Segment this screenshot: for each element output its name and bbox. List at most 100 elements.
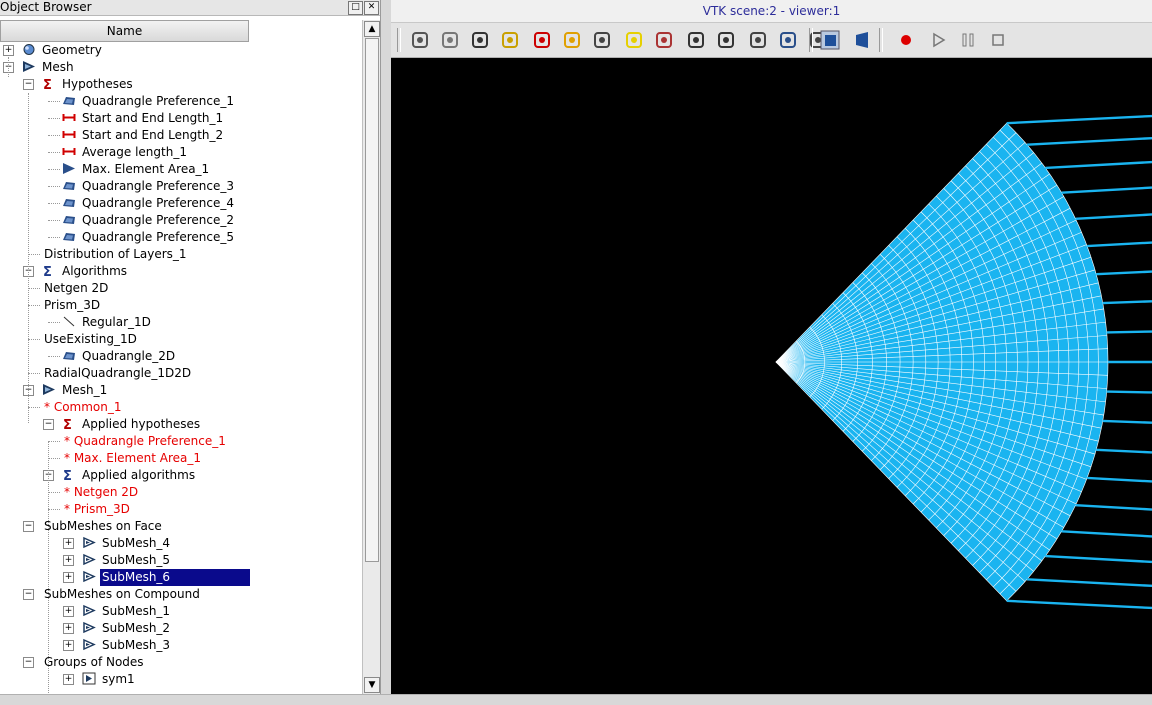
seg-icon [62, 128, 76, 141]
tree-item[interactable]: SubMeshes on Compound [42, 586, 202, 603]
tree-expander[interactable]: + [63, 555, 74, 566]
pan-icon[interactable] [531, 29, 553, 51]
tree-item-label: SubMeshes on Face [44, 519, 162, 533]
tree-item[interactable]: Average length_1 [62, 144, 189, 161]
interaction-style-icon[interactable] [439, 29, 461, 51]
mesh-render [775, 114, 1152, 610]
tree-item[interactable]: Mesh [22, 59, 76, 76]
graduated-axes-icon[interactable] [747, 29, 769, 51]
tree-guide [48, 592, 49, 694]
tree-item-label: * Prism_3D [64, 502, 130, 516]
scroll-up-button[interactable]: ▲ [364, 21, 380, 37]
panel-splitter[interactable] [381, 0, 391, 694]
tree-item[interactable]: * Common_1 [42, 399, 124, 416]
tree-expander[interactable]: − [23, 657, 34, 668]
scroll-down-button[interactable]: ▼ [364, 677, 380, 693]
tree-item[interactable]: Geometry [22, 42, 104, 59]
tree-item[interactable]: Σ Algorithms [42, 263, 129, 280]
play-icon[interactable] [927, 29, 949, 51]
close-button[interactable]: ✕ [364, 1, 379, 15]
tree-expander[interactable]: + [3, 45, 14, 56]
tree-connector [48, 458, 60, 459]
tree-item[interactable]: Prism_3D [42, 297, 102, 314]
parallel-projection-icon[interactable] [819, 29, 841, 51]
tree-item-label: Netgen 2D [44, 281, 109, 295]
tree-expander[interactable]: + [63, 538, 74, 549]
tree-connector [28, 254, 40, 255]
quad-icon [62, 196, 76, 209]
tree-item[interactable]: * Quadrangle Preference_1 [62, 433, 228, 450]
tree-item[interactable]: Quadrangle Preference_4 [62, 195, 236, 212]
tree-item[interactable]: SubMesh_3 [82, 637, 172, 654]
tree-item[interactable]: * Prism_3D [62, 501, 132, 518]
tree-item[interactable]: Mesh_1 [42, 382, 109, 399]
tree-item[interactable]: SubMesh_5 [82, 552, 172, 569]
undock-button[interactable]: □ [348, 1, 363, 15]
tree-item[interactable]: SubMesh_2 [82, 620, 172, 637]
tree-item[interactable]: Distribution of Layers_1 [42, 246, 189, 263]
tree-item-label: UseExisting_1D [44, 332, 137, 346]
tree-item-label: Prism_3D [44, 298, 101, 312]
object-tree: + Geometry − Mesh − Σ Hypotheses Quadrangle Pre… [0, 42, 362, 694]
tree-expander[interactable]: + [63, 674, 74, 685]
tree-item[interactable]: Σ Hypotheses [42, 76, 135, 93]
tree-item[interactable]: Start and End Length_1 [62, 110, 225, 127]
global-pan-icon[interactable] [685, 29, 707, 51]
toolbar-separator [397, 28, 401, 52]
tree-expander[interactable]: + [63, 640, 74, 651]
tree-item[interactable]: Quadrangle Preference_2 [62, 212, 236, 229]
seg-icon [62, 145, 76, 158]
clipping-icon[interactable] [777, 29, 799, 51]
column-header-name[interactable]: Name [0, 20, 249, 42]
fit-area-icon[interactable] [653, 29, 675, 51]
tree-expander[interactable]: + [63, 572, 74, 583]
tree-item[interactable]: SubMesh_6 [82, 569, 251, 586]
tree-item[interactable]: Groups of Nodes [42, 654, 146, 671]
tree-connector [48, 441, 60, 442]
tree-expander[interactable]: + [63, 606, 74, 617]
tree-item[interactable]: * Netgen 2D [62, 484, 140, 501]
tree-item[interactable]: Max. Element Area_1 [62, 161, 211, 178]
rotate-icon[interactable] [561, 29, 583, 51]
tree-expander[interactable]: + [63, 623, 74, 634]
tree-item[interactable]: Σ Applied hypotheses [62, 416, 202, 433]
tree-item[interactable]: * Max. Element Area_1 [62, 450, 203, 467]
tree-expander[interactable]: − [23, 589, 34, 600]
tree-item-label: Average length_1 [82, 145, 187, 159]
record-icon[interactable] [895, 29, 917, 51]
perspective-projection-icon[interactable] [851, 29, 873, 51]
tree-item[interactable]: Σ Applied algorithms [62, 467, 197, 484]
mesh-extrusion-edge [1087, 241, 1152, 248]
tree-item[interactable]: Quadrangle Preference_3 [62, 178, 236, 195]
zoom-icon[interactable] [499, 29, 521, 51]
tree-expander[interactable]: − [23, 521, 34, 532]
tree-item[interactable]: Start and End Length_2 [62, 127, 225, 144]
pause-icon[interactable] [957, 29, 979, 51]
tree-guide [8, 57, 9, 77]
stop-icon[interactable] [987, 29, 1009, 51]
show-axes-icon[interactable] [469, 29, 491, 51]
fit-all-icon[interactable] [623, 29, 645, 51]
scroll-thumb[interactable] [365, 38, 379, 562]
tree-item[interactable]: Quadrangle Preference_1 [62, 93, 236, 110]
lod-icon[interactable] [715, 29, 737, 51]
tree-item[interactable]: Quadrangle Preference_5 [62, 229, 236, 246]
tree-item[interactable]: SubMesh_1 [82, 603, 172, 620]
tree-item[interactable]: sym1 [82, 671, 137, 688]
tree-item[interactable]: UseExisting_1D [42, 331, 139, 348]
tree-expander[interactable]: − [23, 79, 34, 90]
vtk-scene[interactable] [391, 58, 1152, 694]
spin-icon[interactable] [591, 29, 613, 51]
tree-item[interactable]: SubMeshes on Face [42, 518, 164, 535]
tree-connector [28, 373, 40, 374]
tree-item-label: Quadrangle_2D [82, 349, 176, 363]
tree-item[interactable]: SubMesh_4 [82, 535, 172, 552]
tree-item[interactable]: Netgen 2D [42, 280, 110, 297]
dump-view-icon[interactable] [409, 29, 431, 51]
tree-item[interactable]: Regular_1D [62, 314, 153, 331]
tree-connector [48, 237, 60, 238]
tree-expander[interactable]: − [43, 419, 54, 430]
vertical-scrollbar[interactable]: ▲ ▼ [362, 20, 380, 694]
tree-item[interactable]: Quadrangle_2D [62, 348, 177, 365]
tree-item[interactable]: RadialQuadrangle_1D2D [42, 365, 193, 382]
